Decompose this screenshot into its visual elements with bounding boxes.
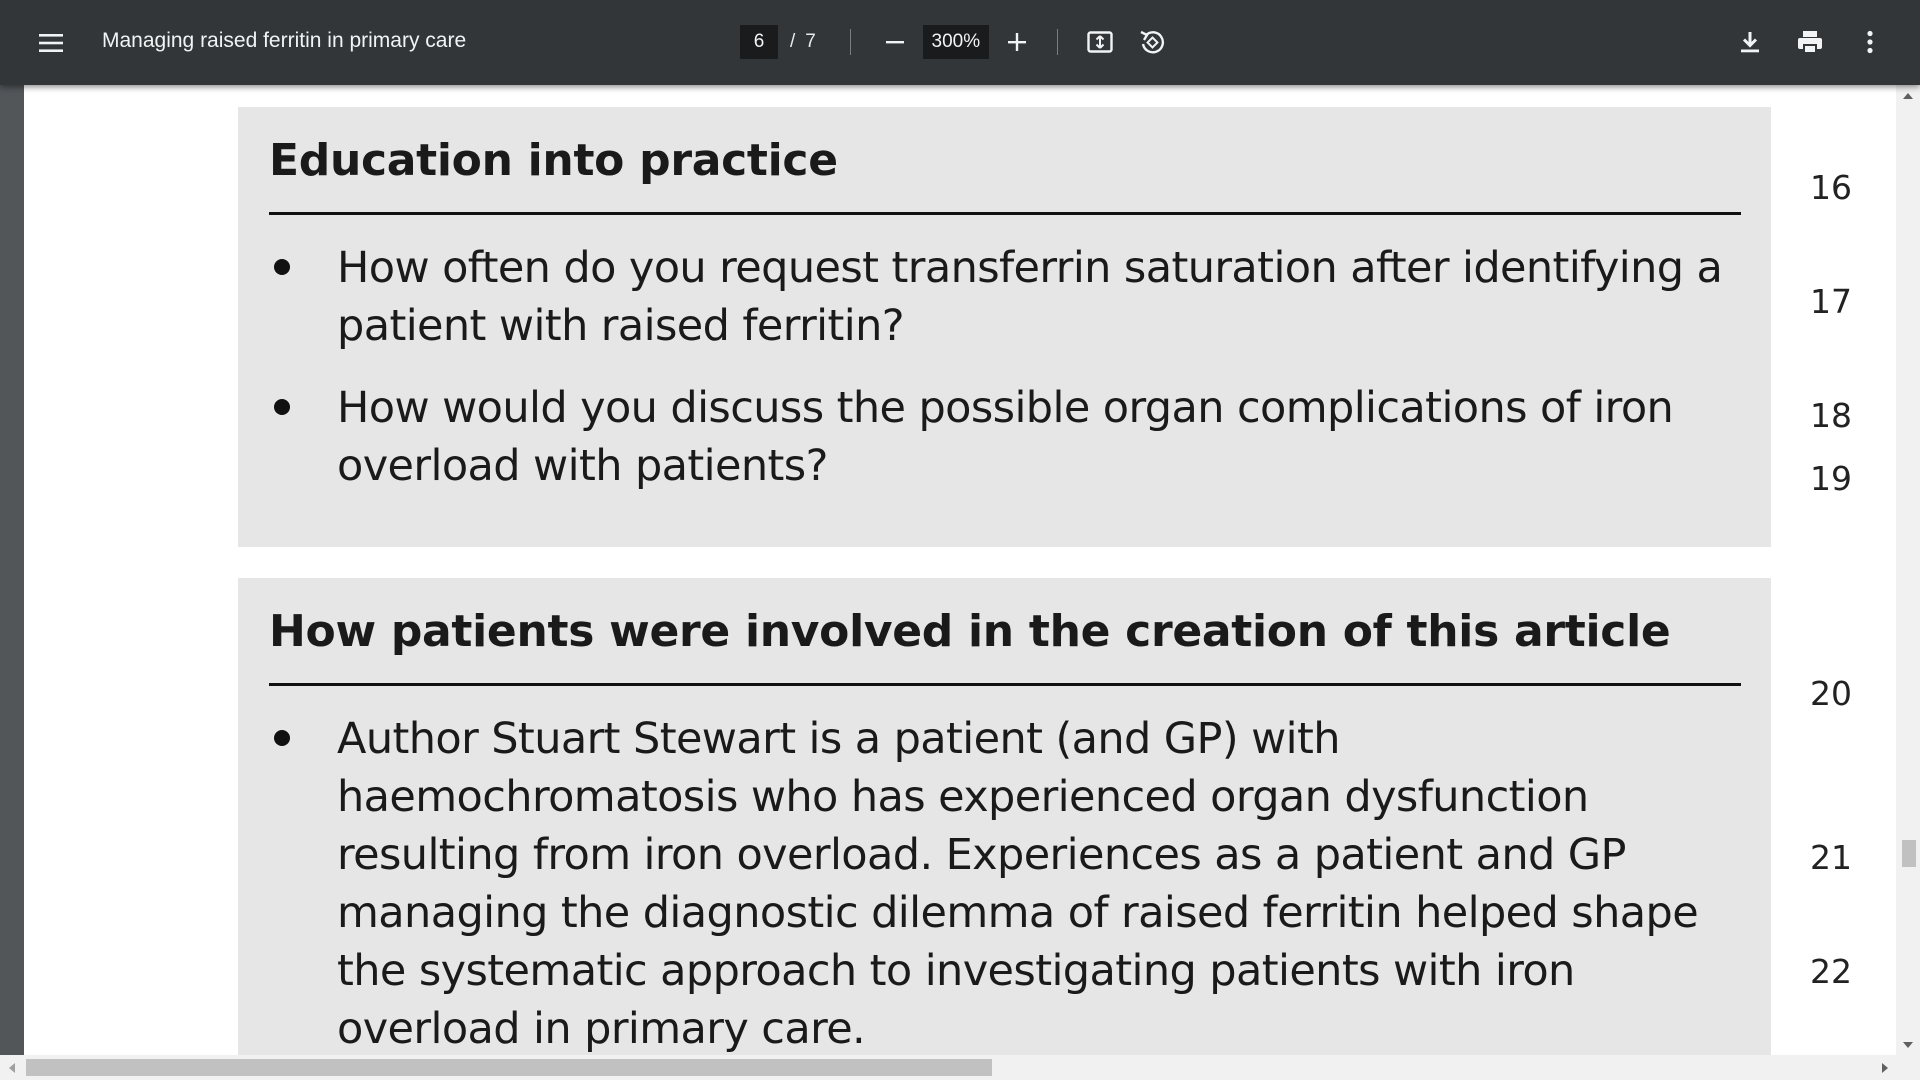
bullet-icon [269, 379, 337, 495]
scroll-up-arrow-icon[interactable] [1896, 85, 1920, 105]
fit-to-page-icon [1087, 31, 1113, 53]
zoom-out-button[interactable] [873, 20, 917, 64]
bullet-icon [269, 239, 337, 355]
minus-icon [885, 41, 904, 44]
line-number: 18 [1810, 396, 1852, 435]
line-number: 22 [1810, 952, 1852, 991]
list-item: How often do you request transferrin sat… [269, 239, 1741, 355]
toolbar-actions [1728, 20, 1892, 64]
plus-icon [1007, 33, 1026, 51]
fit-to-page-button[interactable] [1078, 20, 1122, 64]
line-number: 16 [1810, 168, 1852, 207]
scroll-right-arrow-icon[interactable] [1874, 1055, 1896, 1080]
zoom-in-button[interactable] [995, 20, 1039, 64]
scroll-down-arrow-icon[interactable] [1896, 1035, 1920, 1055]
rotate-counterclockwise-icon [1140, 30, 1164, 54]
more-actions-button[interactable] [1848, 20, 1892, 64]
page-number-input[interactable]: 6 [740, 25, 778, 59]
list-item: Author Stuart Stewart is a patient (and … [269, 710, 1741, 1058]
pdf-viewer: Education into practice How often do you… [0, 85, 1920, 1080]
rotate-button[interactable] [1130, 20, 1174, 64]
print-button[interactable] [1788, 20, 1832, 64]
vertical-scrollbar[interactable] [1896, 85, 1920, 1055]
page-separator: / [790, 31, 796, 52]
line-number: 17 [1810, 282, 1852, 321]
horizontal-scroll-thumb[interactable] [26, 1059, 992, 1076]
bullet-text: How would you discuss the possible organ… [337, 383, 1674, 491]
heading-rule [269, 212, 1741, 215]
toolbar-divider [1056, 29, 1058, 55]
list-item: How would you discuss the possible organ… [269, 379, 1741, 495]
pdf-page: Education into practice How often do you… [24, 85, 1896, 1055]
scroll-left-arrow-icon[interactable] [0, 1055, 22, 1080]
more-vertical-icon [1867, 30, 1873, 54]
bullet-text: Author Stuart Stewart is a patient (and … [337, 714, 1699, 1054]
education-into-practice-box: Education into practice How often do you… [238, 107, 1771, 547]
hamburger-menu-icon[interactable] [30, 22, 72, 64]
line-number: 20 [1810, 674, 1852, 713]
vertical-scroll-thumb[interactable] [1902, 840, 1916, 867]
download-icon [1741, 32, 1759, 53]
line-number: 19 [1810, 459, 1852, 498]
print-icon [1798, 31, 1822, 53]
patient-involvement-box: How patients were involved in the creati… [238, 578, 1771, 1055]
toolbar-divider [849, 29, 851, 55]
bullet-icon [269, 710, 337, 1058]
section-heading: How patients were involved in the creati… [269, 606, 1671, 657]
zoom-level-input[interactable]: 300% [922, 25, 989, 59]
viewer-left-gutter [0, 85, 24, 1055]
heading-rule [269, 683, 1741, 686]
download-button[interactable] [1728, 20, 1772, 64]
section-heading: Education into practice [269, 135, 838, 186]
line-number: 21 [1810, 838, 1852, 877]
page-total: 7 [805, 31, 816, 52]
horizontal-scrollbar[interactable] [0, 1055, 1920, 1080]
pdf-toolbar: Managing raised ferritin in primary care… [0, 0, 1920, 85]
document-title: Managing raised ferritin in primary care [102, 29, 467, 52]
bullet-text: How often do you request transferrin sat… [337, 243, 1723, 351]
page-zoom-controls: 6 / 7 300% [740, 20, 1174, 64]
